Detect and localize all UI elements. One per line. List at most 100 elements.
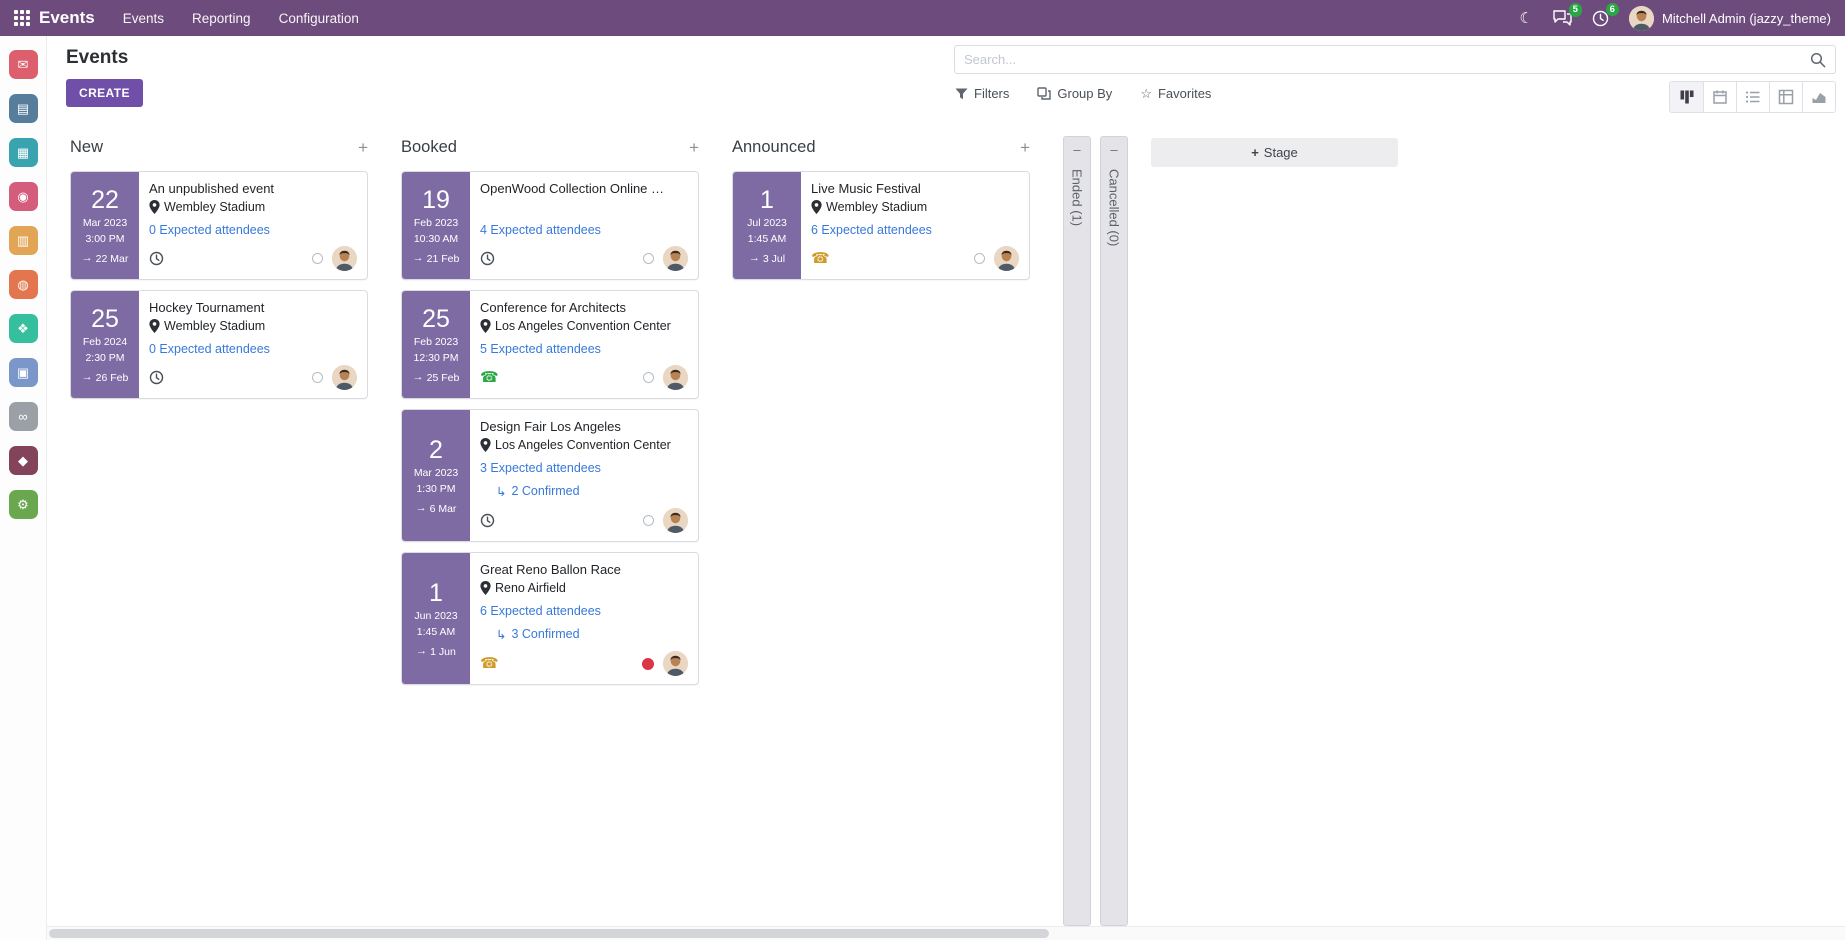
assignee-avatar[interactable]	[663, 246, 688, 271]
kanban-status-dot[interactable]	[643, 253, 654, 264]
messages-button[interactable]: 5	[1553, 10, 1572, 26]
search-bar[interactable]	[954, 45, 1836, 74]
documents-app-icon[interactable]: ▥	[9, 226, 38, 255]
event-location-text: Los Angeles Convention Center	[495, 437, 671, 454]
expected-attendees-link[interactable]: 5 Expected attendees	[480, 342, 601, 356]
menu-reporting[interactable]: Reporting	[192, 11, 251, 26]
kanban-status-dot[interactable]	[643, 515, 654, 526]
column-cards: 19 Feb 2023 10:30 AM → 21 Feb OpenWood C…	[401, 171, 732, 685]
assignee-avatar[interactable]	[663, 508, 688, 533]
assignee-avatar[interactable]	[332, 365, 357, 390]
activities-button[interactable]: 6	[1592, 10, 1609, 27]
activity-icon-slot[interactable]	[480, 513, 495, 528]
assignee-avatar[interactable]	[663, 365, 688, 390]
kanban-column-header[interactable]: New +	[70, 138, 368, 157]
clock-icon	[149, 370, 164, 385]
scrollbar-thumb[interactable]	[49, 929, 1049, 938]
event-title: An unpublished event	[149, 181, 357, 196]
event-end-date: 3 Jul	[763, 253, 785, 265]
kanban-status-dot[interactable]	[642, 658, 654, 670]
event-start-time: 1:30 PM	[416, 481, 455, 497]
search-icon[interactable]	[1810, 52, 1826, 68]
expected-attendees-link[interactable]: 3 Expected attendees	[480, 461, 601, 475]
user-menu[interactable]: Mitchell Admin (jazzy_theme)	[1629, 6, 1831, 31]
kanban-status-dot[interactable]	[312, 372, 323, 383]
view-list-button[interactable]	[1736, 82, 1769, 112]
kanban-column-header[interactable]: Booked +	[401, 138, 699, 157]
menu-configuration[interactable]: Configuration	[279, 11, 359, 26]
link-tracker-app-icon[interactable]: ∞	[9, 402, 38, 431]
discuss-app-icon[interactable]: ✉	[9, 50, 38, 79]
expected-attendees-link[interactable]: 0 Expected attendees	[149, 342, 270, 356]
confirmed-attendees-link[interactable]: ↳ 2 Confirmed	[496, 484, 580, 499]
plus-icon: +	[1251, 145, 1259, 160]
activity-icon-slot[interactable]	[480, 251, 495, 266]
settings-app-icon[interactable]: ⚙	[9, 490, 38, 519]
navbar-menus: Events Reporting Configuration	[123, 11, 359, 26]
sales-app-icon[interactable]: ❖	[9, 314, 38, 343]
kanban-card[interactable]: 19 Feb 2023 10:30 AM → 21 Feb OpenWood C…	[401, 171, 699, 280]
top-navbar: Events EventsReportingConfiguration ☾ 5 …	[0, 0, 1845, 36]
kanban-card[interactable]: 2 Mar 2023 1:30 PM → 6 Mar Design Fair L…	[401, 409, 699, 542]
kanban-status-dot[interactable]	[643, 372, 654, 383]
event-location-text: Los Angeles Convention Center	[495, 318, 671, 335]
event-month-year: Feb 2023	[414, 334, 458, 350]
menu-events[interactable]: Events	[123, 11, 164, 26]
kanban-view-icon	[1679, 89, 1695, 105]
kanban-column-header[interactable]: Announced +	[732, 138, 1030, 157]
collapsed-column-ended[interactable]: –Ended (1)	[1063, 136, 1091, 926]
website-app-icon[interactable]: ◍	[9, 270, 38, 299]
collapsed-column-cancelled[interactable]: –Cancelled (0)	[1100, 136, 1128, 926]
activity-icon-slot[interactable]: ☎	[811, 251, 830, 266]
kanban-card[interactable]: 1 Jul 2023 1:45 AM → 3 Jul Live Music Fe…	[732, 171, 1030, 280]
crm-app-icon[interactable]: ◉	[9, 182, 38, 211]
dashboards-app-icon[interactable]: ▦	[9, 138, 38, 167]
filters-button[interactable]: Filters	[955, 86, 1009, 101]
kanban-card[interactable]: 25 Feb 2023 12:30 PM → 25 Feb Conference…	[401, 290, 699, 399]
add-record-icon[interactable]: +	[1020, 139, 1030, 156]
add-stage-button[interactable]: + Stage	[1151, 138, 1398, 167]
add-record-icon[interactable]: +	[358, 139, 368, 156]
kanban-card[interactable]: 1 Jun 2023 1:45 AM → 1 Jun Great Reno Ba…	[401, 552, 699, 685]
kanban-card[interactable]: 22 Mar 2023 3:00 PM → 22 Mar An unpublis…	[70, 171, 368, 280]
project-app-icon[interactable]: ▣	[9, 358, 38, 387]
assignee-avatar[interactable]	[663, 651, 688, 676]
expected-attendees-link[interactable]: 6 Expected attendees	[480, 604, 601, 618]
view-calendar-button[interactable]	[1703, 82, 1736, 112]
activity-icon-slot[interactable]	[149, 370, 164, 385]
kanban-status-dot[interactable]	[312, 253, 323, 264]
apps-menu-icon[interactable]	[14, 10, 30, 26]
expected-attendees-link[interactable]: 6 Expected attendees	[811, 223, 932, 237]
event-end: → 3 Jul	[749, 253, 785, 265]
favorites-button[interactable]: ☆ Favorites	[1140, 86, 1211, 101]
view-kanban-button[interactable]	[1670, 82, 1703, 112]
column-cards: 22 Mar 2023 3:00 PM → 22 Mar An unpublis…	[70, 171, 401, 399]
expected-attendees-link[interactable]: 0 Expected attendees	[149, 223, 270, 237]
view-pivot-button[interactable]	[1769, 82, 1802, 112]
marketing-app-icon[interactable]: ◆	[9, 446, 38, 475]
confirmed-attendees-link[interactable]: ↳ 3 Confirmed	[496, 627, 580, 642]
activity-icon-slot[interactable]: ☎	[480, 370, 499, 385]
assignee-avatar[interactable]	[994, 246, 1019, 271]
add-record-icon[interactable]: +	[689, 139, 699, 156]
group-by-button[interactable]: Group By	[1037, 86, 1112, 101]
expected-attendees-link[interactable]: 4 Expected attendees	[480, 223, 601, 237]
unfold-icon[interactable]: –	[1110, 141, 1117, 159]
app-name[interactable]: Events	[39, 8, 95, 28]
page-title: Events	[66, 47, 128, 69]
kanban-card[interactable]: 25 Feb 2024 2:30 PM → 26 Feb Hockey Tour…	[70, 290, 368, 399]
search-input[interactable]	[964, 52, 1804, 67]
list-view-icon	[1745, 89, 1761, 105]
contacts-app-icon[interactable]: ▤	[9, 94, 38, 123]
assignee-avatar[interactable]	[332, 246, 357, 271]
event-date-badge: 25 Feb 2023 12:30 PM → 25 Feb	[402, 291, 470, 398]
view-graph-button[interactable]	[1802, 82, 1835, 112]
kanban-status-dot[interactable]	[974, 253, 985, 264]
activity-icon-slot[interactable]: ☎	[480, 656, 499, 671]
unfold-icon[interactable]: –	[1073, 141, 1080, 159]
event-date-badge: 1 Jun 2023 1:45 AM → 1 Jun	[402, 553, 470, 684]
dark-mode-moon-icon[interactable]: ☾	[1519, 11, 1532, 26]
activity-icon-slot[interactable]	[149, 251, 164, 266]
create-button[interactable]: CREATE	[66, 79, 143, 107]
search-tools: Filters Group By ☆ Favorites	[955, 86, 1211, 101]
